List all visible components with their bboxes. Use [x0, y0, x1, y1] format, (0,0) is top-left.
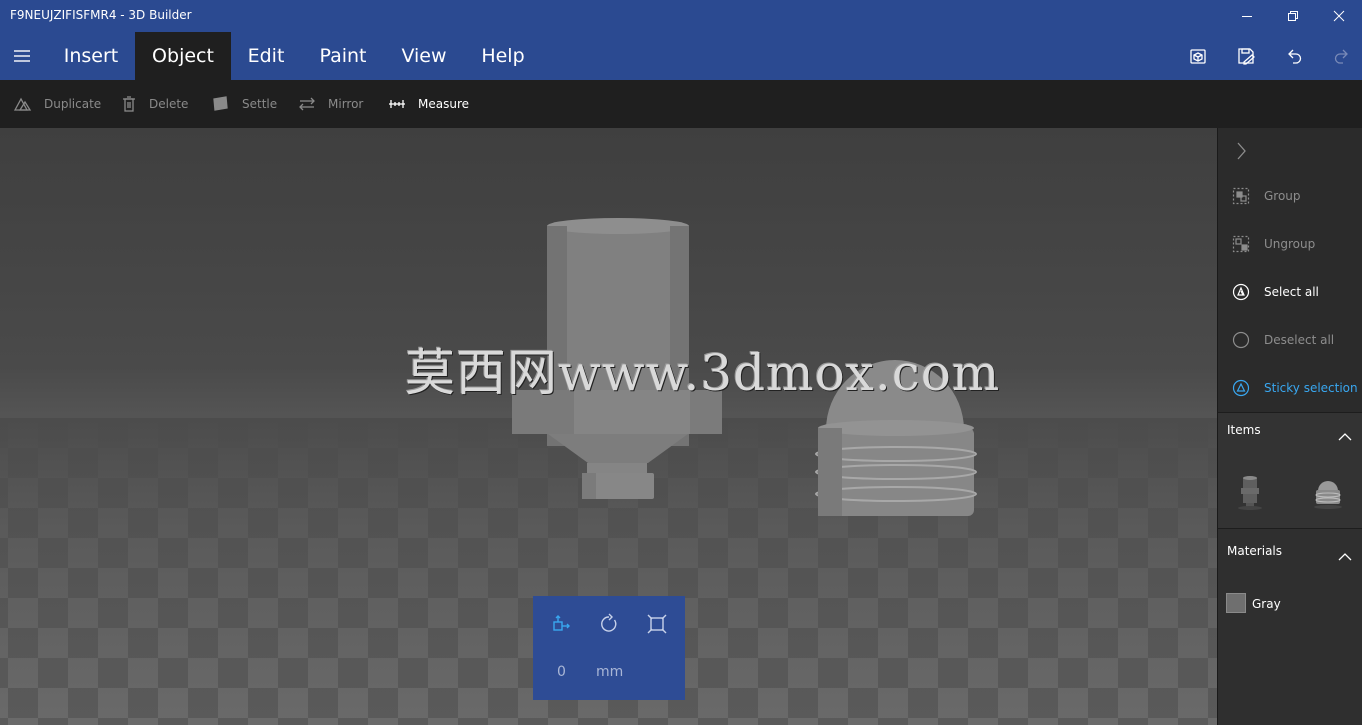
items-section: Items: [1218, 413, 1362, 528]
watermark-text: 莫西网www.3dmox.com: [405, 344, 1001, 402]
materials-section: Materials Gray: [1218, 529, 1362, 725]
collapse-panel-button[interactable]: [1230, 140, 1252, 162]
tab-edit[interactable]: Edit: [232, 32, 300, 80]
scale-button[interactable]: [641, 608, 673, 640]
tab-paint[interactable]: Paint: [302, 32, 384, 80]
sticky-selection-icon: [1232, 379, 1250, 397]
settle-label: Settle: [242, 97, 278, 111]
mirror-button[interactable]: Mirror: [298, 80, 363, 128]
save-icon: [1238, 48, 1255, 65]
materials-title: Materials: [1227, 544, 1283, 558]
rotate-icon: [601, 613, 617, 632]
items-collapse-button[interactable]: [1337, 429, 1353, 445]
settle-button[interactable]: Settle: [212, 80, 277, 128]
redo-button[interactable]: [1318, 32, 1362, 80]
deselect-all-icon: [1232, 331, 1250, 349]
sticky-selection-label: Sticky selection: [1264, 381, 1358, 395]
redo-icon: [1334, 49, 1348, 64]
group-icon: [1232, 187, 1250, 205]
right-panel: Group Ungroup Select all Deselect all St…: [1217, 128, 1362, 725]
menu-bar: Insert Object Edit Paint View Help: [0, 32, 1362, 80]
ungroup-icon: [1232, 235, 1250, 253]
minimize-button[interactable]: [1224, 0, 1270, 32]
item-thumbnail-cylinder[interactable]: [1234, 471, 1274, 511]
restore-icon: [1288, 11, 1298, 21]
tab-insert[interactable]: Insert: [48, 32, 134, 80]
scale-icon: [647, 614, 667, 634]
window-title: F9NEUJZIFISFMR4 - 3D Builder: [10, 8, 192, 22]
object-toolbar: Duplicate Delete Settle Mirror Measure: [0, 80, 1362, 128]
transform-panel: 0 mm: [533, 596, 685, 700]
chevron-right-icon: [1237, 142, 1246, 160]
app-window: F9NEUJZIFISFMR4 - 3D Builder Insert Obje…: [0, 0, 1362, 725]
duplicate-button[interactable]: Duplicate: [14, 80, 101, 128]
measure-button[interactable]: Measure: [388, 80, 469, 128]
items-title: Items: [1227, 423, 1261, 437]
settle-icon: [213, 96, 228, 111]
transform-unit: mm: [596, 664, 624, 680]
group-button[interactable]: Group: [1218, 172, 1362, 220]
item-thumbnail-dome[interactable]: [1308, 471, 1348, 511]
delete-button[interactable]: Delete: [121, 80, 188, 128]
mirror-label: Mirror: [328, 97, 364, 111]
group-label: Group: [1264, 189, 1301, 203]
select-all-icon: [1232, 283, 1250, 301]
select-all-button[interactable]: Select all: [1218, 268, 1362, 316]
close-button[interactable]: [1316, 0, 1362, 32]
ungroup-button[interactable]: Ungroup: [1218, 220, 1362, 268]
3d-print-icon: [1190, 49, 1206, 64]
duplicate-label: Duplicate: [44, 97, 102, 111]
minimize-icon: [1242, 16, 1252, 17]
hamburger-menu-button[interactable]: [0, 32, 44, 80]
tab-object[interactable]: Object: [135, 32, 231, 80]
duplicate-icon: [14, 97, 32, 111]
hamburger-icon: [14, 50, 30, 62]
trash-icon: [123, 96, 135, 112]
measure-icon: [389, 100, 405, 108]
materials-collapse-button[interactable]: [1337, 549, 1353, 565]
save-button[interactable]: [1222, 32, 1270, 80]
delete-label: Delete: [149, 97, 189, 111]
material-label[interactable]: Gray: [1252, 597, 1281, 611]
material-swatch[interactable]: [1226, 593, 1246, 613]
restore-button[interactable]: [1270, 0, 1316, 32]
mirror-icon: [299, 97, 315, 111]
move-button[interactable]: [545, 608, 577, 640]
3d-viewport[interactable]: 莫西网www.3dmox.com 0 mm: [0, 128, 1217, 725]
deselect-all-button[interactable]: Deselect all: [1218, 316, 1362, 364]
ungroup-label: Ungroup: [1264, 237, 1316, 251]
undo-button[interactable]: [1270, 32, 1318, 80]
tab-view[interactable]: View: [386, 32, 462, 80]
sticky-selection-toggle[interactable]: Sticky selection: [1218, 364, 1362, 412]
chevron-up-icon: [1338, 553, 1352, 561]
rotate-button[interactable]: [593, 608, 625, 640]
transform-value[interactable]: 0: [557, 664, 566, 680]
close-icon: [1333, 10, 1345, 22]
undo-icon: [1288, 49, 1302, 64]
deselect-all-label: Deselect all: [1264, 333, 1335, 347]
move-icon: [553, 615, 570, 631]
chevron-up-icon: [1338, 433, 1352, 441]
tab-help[interactable]: Help: [464, 32, 542, 80]
title-bar: F9NEUJZIFISFMR4 - 3D Builder: [0, 0, 1362, 32]
select-all-label: Select all: [1264, 285, 1319, 299]
3d-print-button[interactable]: [1174, 32, 1222, 80]
measure-label: Measure: [418, 97, 469, 111]
